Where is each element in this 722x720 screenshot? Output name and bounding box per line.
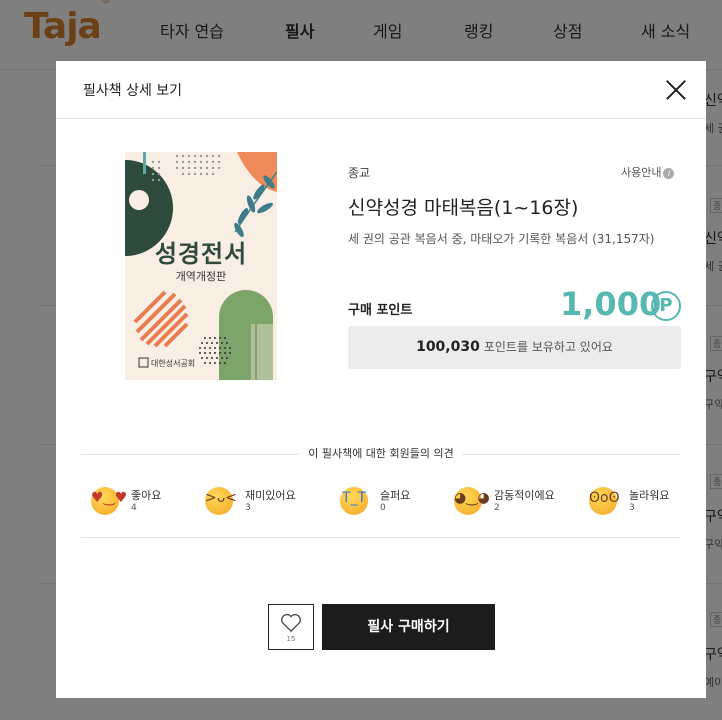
owned-points-box: 100,030 포인트를 보유하고 있어요 (348, 326, 681, 369)
book-cover-image: 성경전서 개역개정판 대한성서공회 (125, 152, 277, 380)
book-description: 세 권의 공관 복음서 중, 마태오가 기록한 복음서 (31,157자) (348, 232, 655, 246)
info-icon: i (663, 167, 675, 179)
usage-guide-link[interactable]: 사용안내 i (621, 164, 675, 180)
cover-publisher: 대한성서공회 (151, 359, 196, 368)
reaction-count: 3 (245, 503, 251, 513)
reaction-count: 3 (629, 503, 635, 513)
opinions-divider-bottom (81, 537, 681, 538)
reaction-count: 2 (494, 503, 500, 513)
reaction-label: 슬퍼요 (380, 489, 411, 502)
surprised-emoji-icon: ʘoʘ (589, 487, 620, 515)
touched-emoji-icon: ◕‿◕ (454, 487, 490, 515)
cover-subtitle: 개역개정판 (175, 270, 227, 283)
laughing-emoji-icon: >ᴗ< (205, 487, 237, 515)
close-icon[interactable] (665, 79, 687, 101)
reaction-label: 재미있어요 (245, 489, 296, 502)
heart-icon (281, 614, 301, 633)
crying-emoji-icon: T_T (340, 487, 368, 515)
cover-title: 성경전서 (154, 240, 248, 268)
reaction-count: 0 (380, 503, 386, 513)
buy-transcription-button[interactable]: 필사 구매하기 (322, 604, 495, 650)
book-detail-modal: 필사책 상세 보기 성경전서 개역개정판 대한성서공회 종교 사용안내 i 신약… (56, 61, 706, 698)
heart-eyes-emoji-icon: ♥‿♥ (91, 487, 127, 515)
reaction-count: 4 (131, 503, 137, 513)
usage-guide-label: 사용안내 (621, 166, 662, 179)
like-button[interactable]: 15 (268, 604, 314, 650)
point-currency-icon: P (651, 291, 681, 321)
opinions-title: 이 필사책에 대한 회원들의 의견 (56, 445, 706, 461)
modal-header: 필사책 상세 보기 (56, 61, 706, 119)
purchase-points-label: 구매 포인트 (348, 303, 413, 318)
owned-points-value: 100,030 (416, 339, 480, 355)
like-count: 15 (286, 635, 296, 643)
reaction-label: 좋아요 (131, 489, 162, 502)
reaction-label: 놀라워요 (629, 489, 670, 502)
book-title: 신약성경 마태복음(1~16장) (348, 197, 579, 219)
book-category: 종교 (348, 166, 371, 180)
modal-title: 필사책 상세 보기 (83, 83, 183, 99)
reaction-label: 감동적이에요 (494, 489, 555, 502)
owned-points-text: 포인트를 보유하고 있어요 (483, 340, 613, 354)
purchase-price: 1,000 (560, 285, 662, 323)
